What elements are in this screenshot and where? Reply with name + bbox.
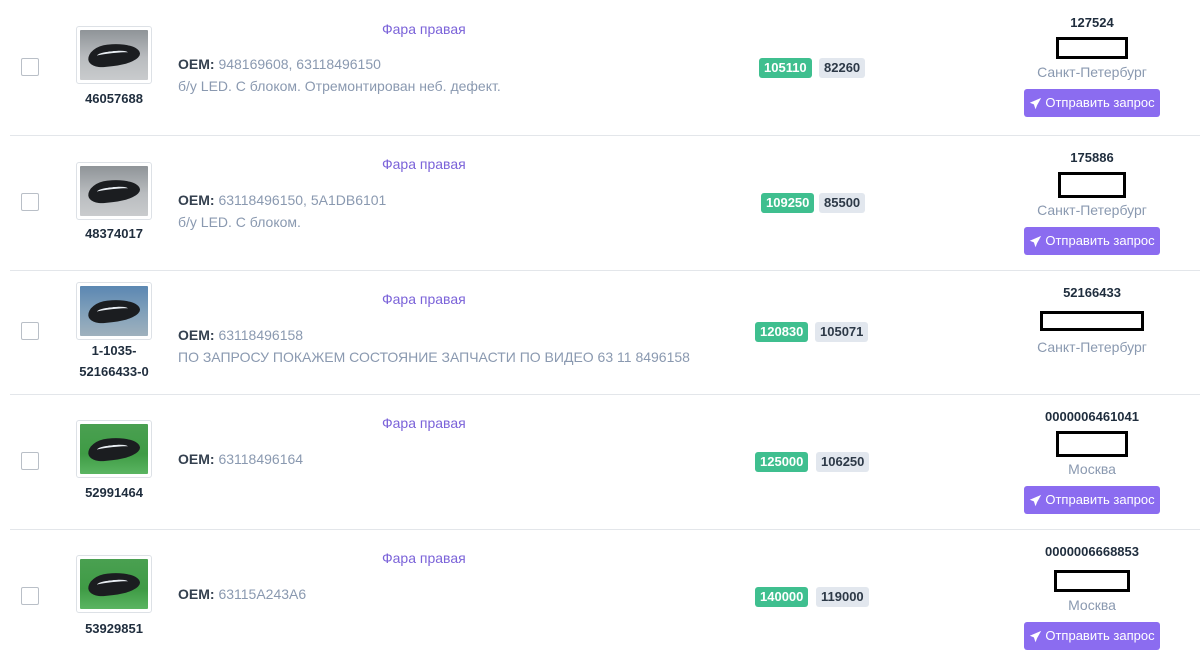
seller-id: 0000006461041 (1045, 409, 1139, 424)
oem-label: OEM: (178, 192, 215, 208)
part-description: б/у LED. С блоком. Отремонтирован неб. д… (178, 78, 501, 94)
headlight-photo (80, 559, 148, 609)
oem-line: OEM: 63118496164 (178, 451, 303, 467)
seller-city: Санкт-Петербург (1037, 339, 1147, 355)
price-main-badge: 125000 (755, 452, 809, 472)
headlight-photo (80, 286, 148, 336)
oem-label: OEM: (178, 586, 215, 602)
part-title[interactable]: Фара правая (382, 156, 466, 172)
send-request-button[interactable]: Отправить запрос (1024, 227, 1160, 255)
part-image[interactable] (76, 555, 152, 613)
oem-label: OEM: (178, 451, 215, 467)
list-item: 52991464 Фара правая OEM: 63118496164 12… (10, 394, 1200, 530)
send-request-label: Отправить запрос (1045, 95, 1155, 110)
seller-block: 127524 Санкт-Петербург Отправить запрос (1020, 14, 1164, 117)
headlight-photo (80, 30, 148, 80)
seller-id: 175886 (1070, 150, 1114, 165)
redacted-phone (1056, 431, 1128, 457)
list-item: 46057688 Фара правая OEM: 948169608, 631… (10, 0, 1200, 136)
oem-label: OEM: (178, 56, 215, 72)
price-alt-badge: 82260 (819, 58, 866, 78)
oem-value: 948169608, 63118496150 (218, 56, 381, 72)
headlight-photo (80, 166, 148, 216)
part-image[interactable] (76, 420, 152, 478)
oem-line: OEM: 948169608, 63118496150 (178, 56, 381, 72)
price-alt-badge: 119000 (816, 587, 869, 607)
seller-city: Москва (1068, 597, 1116, 613)
oem-value: 63118496158 (218, 327, 304, 343)
part-id[interactable]: 46057688 (66, 88, 162, 109)
redacted-phone (1056, 37, 1128, 59)
list-item: 1-1035- 52166433-0 Фара правая OEM: 6311… (10, 270, 1200, 395)
seller-city: Санкт-Петербург (1037, 64, 1147, 80)
part-title[interactable]: Фара правая (382, 21, 466, 37)
seller-block: 52166433 Санкт-Петербург (1020, 284, 1164, 356)
paper-plane-icon (1030, 235, 1042, 247)
select-checkbox[interactable] (21, 193, 39, 211)
part-id[interactable]: 53929851 (66, 618, 162, 639)
redacted-phone (1054, 570, 1130, 592)
seller-city: Санкт-Петербург (1037, 202, 1147, 218)
part-description: ПО ЗАПРОСУ ПОКАЖЕМ СОСТОЯНИЕ ЗАПЧАСТИ ПО… (178, 349, 690, 365)
paper-plane-icon (1030, 630, 1042, 642)
seller-city: Москва (1068, 461, 1116, 477)
redacted-phone (1058, 172, 1126, 198)
part-title[interactable]: Фара правая (382, 550, 466, 566)
seller-id: 0000006668853 (1045, 544, 1139, 559)
part-image[interactable] (76, 282, 152, 340)
send-request-button[interactable]: Отправить запрос (1024, 89, 1160, 117)
send-request-button[interactable]: Отправить запрос (1024, 486, 1160, 514)
select-checkbox[interactable] (21, 452, 39, 470)
part-image[interactable] (76, 26, 152, 84)
paper-plane-icon (1030, 494, 1042, 506)
oem-line: OEM: 63118496158 (178, 327, 303, 343)
oem-value: 63118496150, 5A1DB6101 (218, 192, 387, 208)
seller-id: 52166433 (1063, 285, 1121, 300)
oem-line: OEM: 63118496150, 5A1DB6101 (178, 192, 386, 208)
part-title[interactable]: Фара правая (382, 291, 466, 307)
price-main-badge: 109250 (761, 193, 815, 213)
select-checkbox[interactable] (21, 322, 39, 340)
list-item: 48374017 Фара правая OEM: 63118496150, 5… (10, 135, 1200, 271)
part-image[interactable] (76, 162, 152, 220)
price-alt-badge: 106250 (816, 452, 870, 472)
parts-list: 46057688 Фара правая OEM: 948169608, 631… (10, 0, 1200, 670)
price-main-badge: 105110 (759, 58, 812, 78)
list-item: 53929851 Фара правая OEM: 63115A243A6 14… (10, 529, 1200, 670)
headlight-photo (80, 424, 148, 474)
send-request-button[interactable]: Отправить запрос (1024, 622, 1160, 650)
oem-value: 63115A243A6 (218, 586, 307, 602)
redacted-phone (1040, 311, 1144, 331)
seller-id: 127524 (1070, 15, 1114, 30)
price-alt-badge: 105071 (815, 322, 869, 342)
oem-label: OEM: (178, 327, 215, 343)
oem-value: 63118496164 (218, 451, 304, 467)
select-checkbox[interactable] (21, 587, 39, 605)
price-main-badge: 140000 (755, 587, 809, 607)
seller-block: 0000006668853 Москва Отправить запрос (1020, 543, 1164, 650)
send-request-label: Отправить запрос (1045, 492, 1155, 507)
paper-plane-icon (1030, 97, 1042, 109)
price-main-badge: 120830 (755, 322, 809, 342)
part-id[interactable]: 48374017 (66, 223, 162, 244)
part-id-line: 52166433-0 (79, 364, 149, 379)
seller-block: 175886 Санкт-Петербург Отправить запрос (1020, 149, 1164, 255)
part-description: б/у LED. С блоком. (178, 214, 301, 230)
part-id[interactable]: 1-1035- 52166433-0 (66, 340, 162, 382)
price-alt-badge: 85500 (819, 193, 866, 213)
part-id[interactable]: 52991464 (66, 482, 162, 503)
send-request-label: Отправить запрос (1045, 628, 1155, 643)
send-request-label: Отправить запрос (1045, 233, 1155, 248)
select-checkbox[interactable] (21, 58, 39, 76)
seller-block: 0000006461041 Москва Отправить запрос (1020, 408, 1164, 514)
oem-line: OEM: 63115A243A6 (178, 586, 306, 602)
part-id-line: 1-1035- (91, 343, 137, 358)
part-title[interactable]: Фара правая (382, 415, 466, 431)
